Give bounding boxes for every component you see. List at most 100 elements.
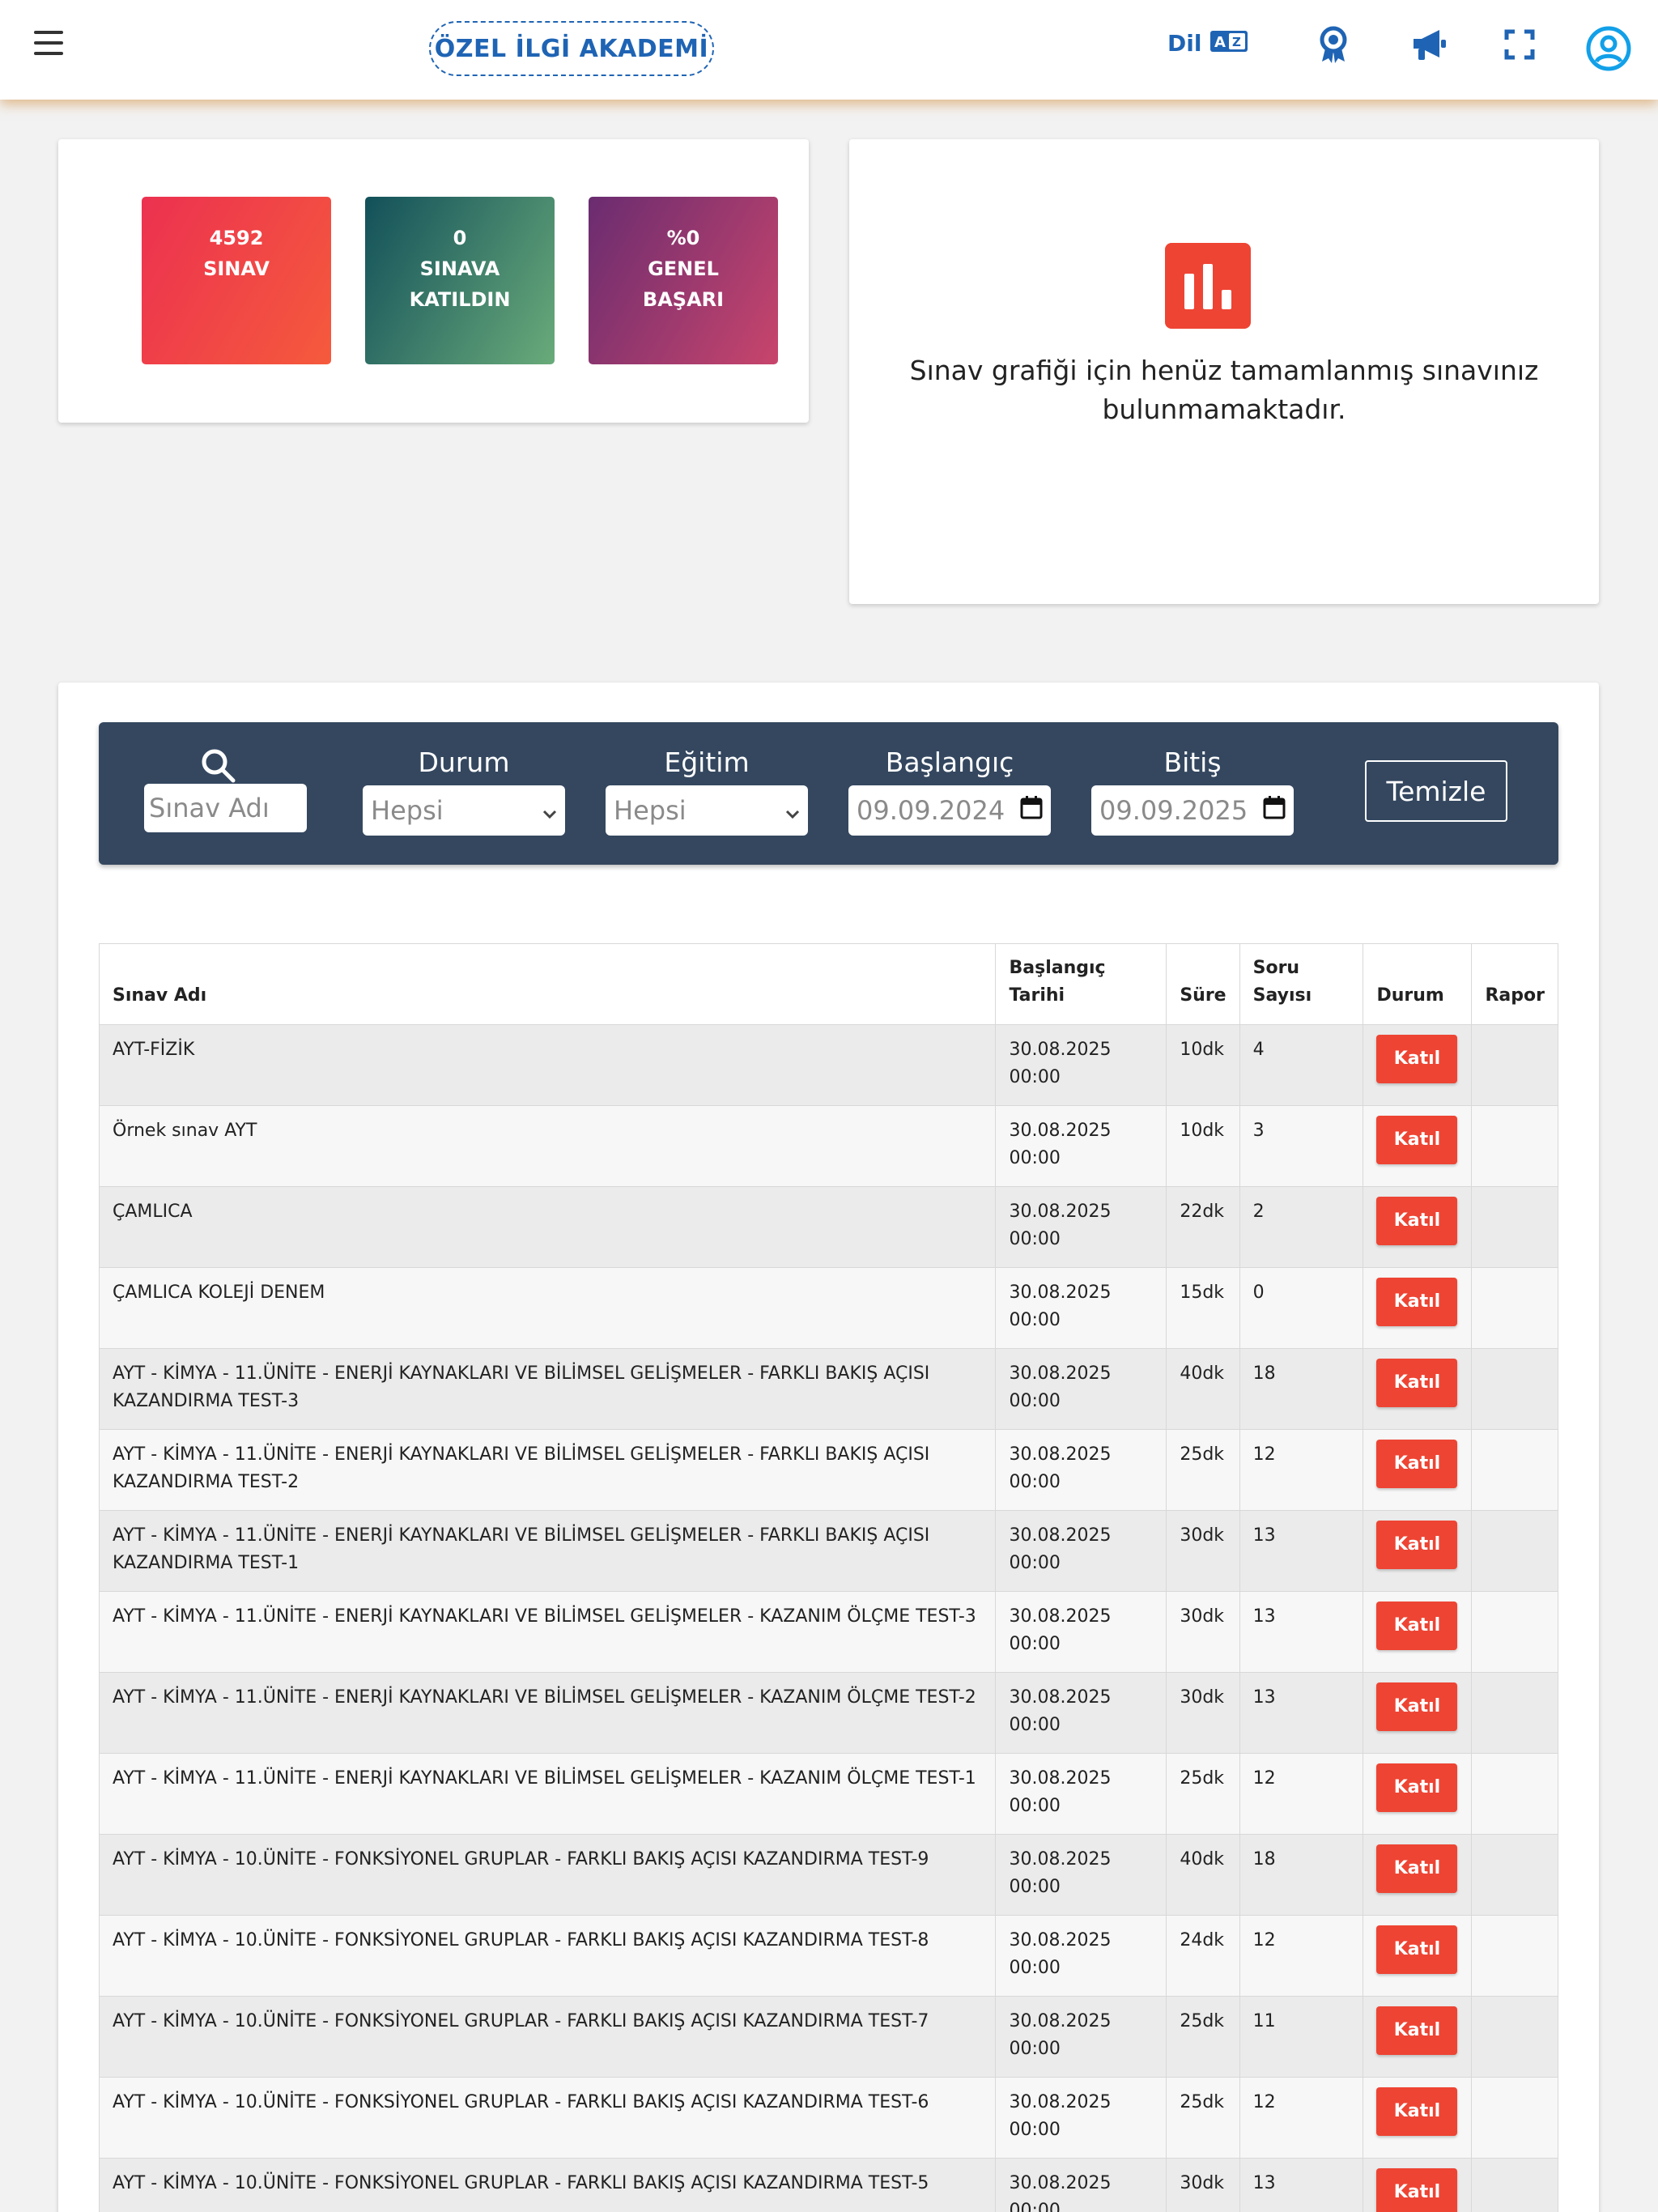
duration-cell: 10dk xyxy=(1166,1024,1240,1106)
question-count-cell: 11 xyxy=(1239,1996,1364,2078)
question-count-cell: 13 xyxy=(1239,1591,1364,1673)
language-label: Dil xyxy=(1167,29,1202,57)
end-date-label: Bitiş xyxy=(1163,747,1222,778)
report-cell xyxy=(1471,2158,1558,2212)
start-date-cell: 30.08.2025 00:00 xyxy=(995,1996,1167,2078)
column-header-question-count[interactable]: Soru Sayısı xyxy=(1239,943,1364,1025)
start-date-cell: 30.08.2025 00:00 xyxy=(995,1429,1167,1511)
menu-icon[interactable] xyxy=(34,31,63,57)
calendar-icon[interactable] xyxy=(1263,795,1286,826)
join-exam-button[interactable]: Katıl xyxy=(1376,1278,1458,1326)
exam-name-cell: ÇAMLICA KOLEJİ DENEM xyxy=(98,1267,997,1349)
fullscreen-icon[interactable] xyxy=(1499,24,1540,65)
column-header-report[interactable]: Rapor xyxy=(1471,943,1558,1025)
exam-name-search-input[interactable]: Sınav Adı xyxy=(144,784,307,832)
education-filter: Eğitim Hepsi xyxy=(606,743,808,836)
question-count-cell: 2 xyxy=(1239,1186,1364,1268)
join-exam-button[interactable]: Katıl xyxy=(1376,1197,1458,1245)
question-count-cell: 12 xyxy=(1239,1753,1364,1835)
table-row: AYT - KİMYA - 11.ÜNİTE - ENERJİ KAYNAKLA… xyxy=(98,1753,1558,1835)
user-account-icon[interactable] xyxy=(1586,26,1631,71)
table-row: AYT - KİMYA - 10.ÜNİTE - FONKSİYONEL GRU… xyxy=(98,1915,1558,1997)
column-header-duration[interactable]: Süre xyxy=(1166,943,1240,1025)
start-date-cell: 30.08.2025 00:00 xyxy=(995,1024,1167,1106)
translate-icon: A Z xyxy=(1209,29,1248,57)
exam-table-body: AYT-FİZİK 30.08.2025 00:00 10dk 4 Katıl Örnek… xyxy=(98,1024,1558,2212)
table-row: AYT - KİMYA - 10.ÜNİTE - FONKSİYONEL GRU… xyxy=(98,1996,1558,2078)
end-date-filter: Bitiş 09.09.2025 xyxy=(1091,743,1294,836)
column-header-start-date[interactable]: Başlangıç Tarihi xyxy=(995,943,1167,1025)
join-exam-button[interactable]: Katıl xyxy=(1376,1521,1458,1569)
duration-cell: 40dk xyxy=(1166,1834,1240,1916)
exam-table: Sınav Adı Başlangıç Tarihi Süre Soru Say… xyxy=(98,943,1558,2212)
exam-list-card: Sınav Adı Durum Hepsi Eğitim Hepsi Başla… xyxy=(58,683,1599,2212)
join-exam-button[interactable]: Katıl xyxy=(1376,1844,1458,1893)
education-filter-label: Eğitim xyxy=(664,747,750,778)
exam-name-cell: AYT - KİMYA - 11.ÜNİTE - ENERJİ KAYNAKLA… xyxy=(98,1348,997,1430)
clear-filters-button[interactable]: Temizle xyxy=(1365,760,1507,822)
table-row: AYT - KİMYA - 11.ÜNİTE - ENERJİ KAYNAKLA… xyxy=(98,1510,1558,1592)
language-selector[interactable]: Dil A Z xyxy=(1167,29,1248,57)
start-date-cell: 30.08.2025 00:00 xyxy=(995,1915,1167,1997)
status-cell: Katıl xyxy=(1363,1510,1473,1592)
exam-name-cell: AYT - KİMYA - 11.ÜNİTE - ENERJİ KAYNAKLA… xyxy=(98,1672,997,1754)
join-exam-button[interactable]: Katıl xyxy=(1376,1925,1458,1974)
bar-chart-icon xyxy=(1165,243,1251,329)
column-header-name[interactable]: Sınav Adı xyxy=(98,943,997,1025)
report-cell xyxy=(1471,1834,1558,1916)
start-date-cell: 30.08.2025 00:00 xyxy=(995,1672,1167,1754)
report-cell xyxy=(1471,1510,1558,1592)
join-exam-button[interactable]: Katıl xyxy=(1376,1035,1458,1083)
success-rate-label-1: GENEL xyxy=(648,257,719,280)
question-count-cell: 4 xyxy=(1239,1024,1364,1106)
exam-name-cell: AYT - KİMYA - 10.ÜNİTE - FONKSİYONEL GRU… xyxy=(98,1915,997,1997)
joined-count-label-1: SINAVA xyxy=(419,257,500,280)
exam-name-cell: AYT - KİMYA - 10.ÜNİTE - FONKSİYONEL GRU… xyxy=(98,1834,997,1916)
duration-cell: 24dk xyxy=(1166,1915,1240,1997)
question-count-cell: 13 xyxy=(1239,2158,1364,2212)
join-exam-button[interactable]: Katıl xyxy=(1376,1359,1458,1407)
megaphone-icon[interactable] xyxy=(1409,24,1449,65)
table-row: ÇAMLICA KOLEJİ DENEM 30.08.2025 00:00 15dk… xyxy=(98,1267,1558,1349)
status-cell: Katıl xyxy=(1363,1672,1473,1754)
start-date-cell: 30.08.2025 00:00 xyxy=(995,1348,1167,1430)
report-cell xyxy=(1471,2077,1558,2159)
join-exam-button[interactable]: Katıl xyxy=(1376,1763,1458,1812)
column-header-status[interactable]: Durum xyxy=(1363,943,1473,1025)
status-select[interactable]: Hepsi xyxy=(363,785,565,836)
table-row: AYT - KİMYA - 11.ÜNİTE - ENERJİ KAYNAKLA… xyxy=(98,1429,1558,1511)
start-date-label: Başlangıç xyxy=(885,747,1014,778)
filter-bar: Sınav Adı Durum Hepsi Eğitim Hepsi Başla… xyxy=(99,722,1558,865)
join-exam-button[interactable]: Katıl xyxy=(1376,2006,1458,2055)
education-select[interactable]: Hepsi xyxy=(606,785,808,836)
success-rate-tile[interactable]: %0 GENEL BAŞARI xyxy=(589,197,778,364)
search-icon xyxy=(199,747,236,787)
join-exam-button[interactable]: Katıl xyxy=(1376,1440,1458,1488)
success-rate-label-2: BAŞARI xyxy=(642,288,725,311)
table-row: AYT - KİMYA - 11.ÜNİTE - ENERJİ KAYNAKLA… xyxy=(98,1672,1558,1754)
joined-count-tile[interactable]: 0 SINAVA KATILDIN xyxy=(365,197,555,364)
join-exam-button[interactable]: Katıl xyxy=(1376,1602,1458,1650)
exam-count-value: 4592 xyxy=(209,227,264,249)
success-rate-value: %0 xyxy=(666,227,700,249)
table-row: ÇAMLICA 30.08.2025 00:00 22dk 2 Katıl xyxy=(98,1186,1558,1268)
report-cell xyxy=(1471,1267,1558,1349)
join-exam-button[interactable]: Katıl xyxy=(1376,1682,1458,1731)
question-count-cell: 13 xyxy=(1239,1672,1364,1754)
calendar-icon[interactable] xyxy=(1020,795,1043,826)
join-exam-button[interactable]: Katıl xyxy=(1376,2168,1458,2212)
start-date-input[interactable]: 09.09.2024 xyxy=(848,785,1051,836)
report-cell xyxy=(1471,1591,1558,1673)
exam-name-cell: AYT - KİMYA - 11.ÜNİTE - ENERJİ KAYNAKLA… xyxy=(98,1753,997,1835)
award-icon[interactable] xyxy=(1313,24,1354,65)
end-date-input[interactable]: 09.09.2025 xyxy=(1091,785,1294,836)
start-date-cell: 30.08.2025 00:00 xyxy=(995,1834,1167,1916)
exam-count-tile[interactable]: 4592 SINAV xyxy=(142,197,331,364)
brand-logo[interactable]: ÖZEL İLGİ AKADEMİ xyxy=(429,21,714,76)
status-filter-label: Durum xyxy=(418,747,510,778)
join-exam-button[interactable]: Katıl xyxy=(1376,2087,1458,2136)
report-cell xyxy=(1471,1672,1558,1754)
joined-count-label-2: KATILDIN xyxy=(409,288,511,311)
join-exam-button[interactable]: Katıl xyxy=(1376,1116,1458,1164)
top-header: ÖZEL İLGİ AKADEMİ Dil A Z xyxy=(0,0,1658,100)
